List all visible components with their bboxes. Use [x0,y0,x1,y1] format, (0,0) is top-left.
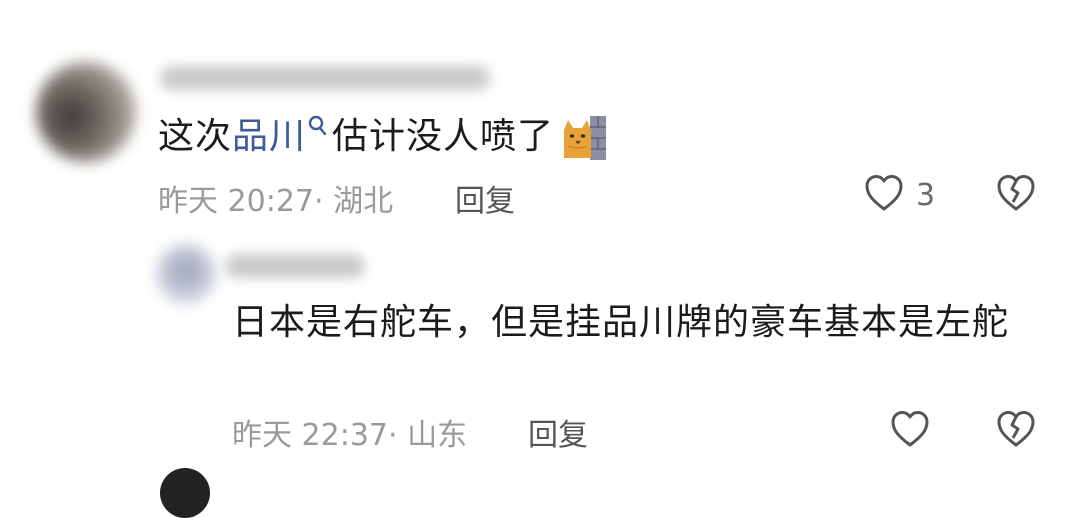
like-count: 3 [916,177,936,213]
comment-meta: 昨天 20:27· 湖北 [158,176,393,220]
comment-time: 昨天 20:27 [158,184,314,219]
username-redacted[interactable] [160,66,490,90]
comment-text-segment: 这次 [158,116,233,157]
broken-heart-icon [996,175,1036,216]
avatar[interactable] [36,62,136,162]
reply-button[interactable]: 回复 [528,410,588,454]
comment-location: · 山东 [388,418,468,453]
username-redacted[interactable] [225,254,365,278]
comment-text: 日本是右舵车，但是挂品川牌的豪车基本是左舵 [232,302,1010,343]
keyword-search-link[interactable]: 品川 [232,116,306,157]
comment-text: 这次品川 估计没人喷了 [158,112,607,162]
like-button[interactable] [890,410,930,452]
avatar[interactable] [156,244,216,304]
search-icon[interactable] [306,112,332,152]
comment-location: · 湖北 [314,184,394,219]
like-button[interactable]: 3 [864,174,935,216]
comment-text-segment: 估计没人喷了 [332,116,555,157]
cat-peeking-from-wall-emoji [562,116,607,160]
dislike-button[interactable] [996,410,1036,452]
heart-icon [890,410,930,452]
broken-heart-icon [996,411,1036,452]
comment-meta: 昨天 22:37· 山东 [232,410,467,454]
heart-icon [864,174,904,216]
comment-time: 昨天 22:37 [232,418,388,453]
dislike-button[interactable] [996,174,1036,216]
avatar[interactable] [160,468,210,518]
reply-button[interactable]: 回复 [455,176,515,220]
